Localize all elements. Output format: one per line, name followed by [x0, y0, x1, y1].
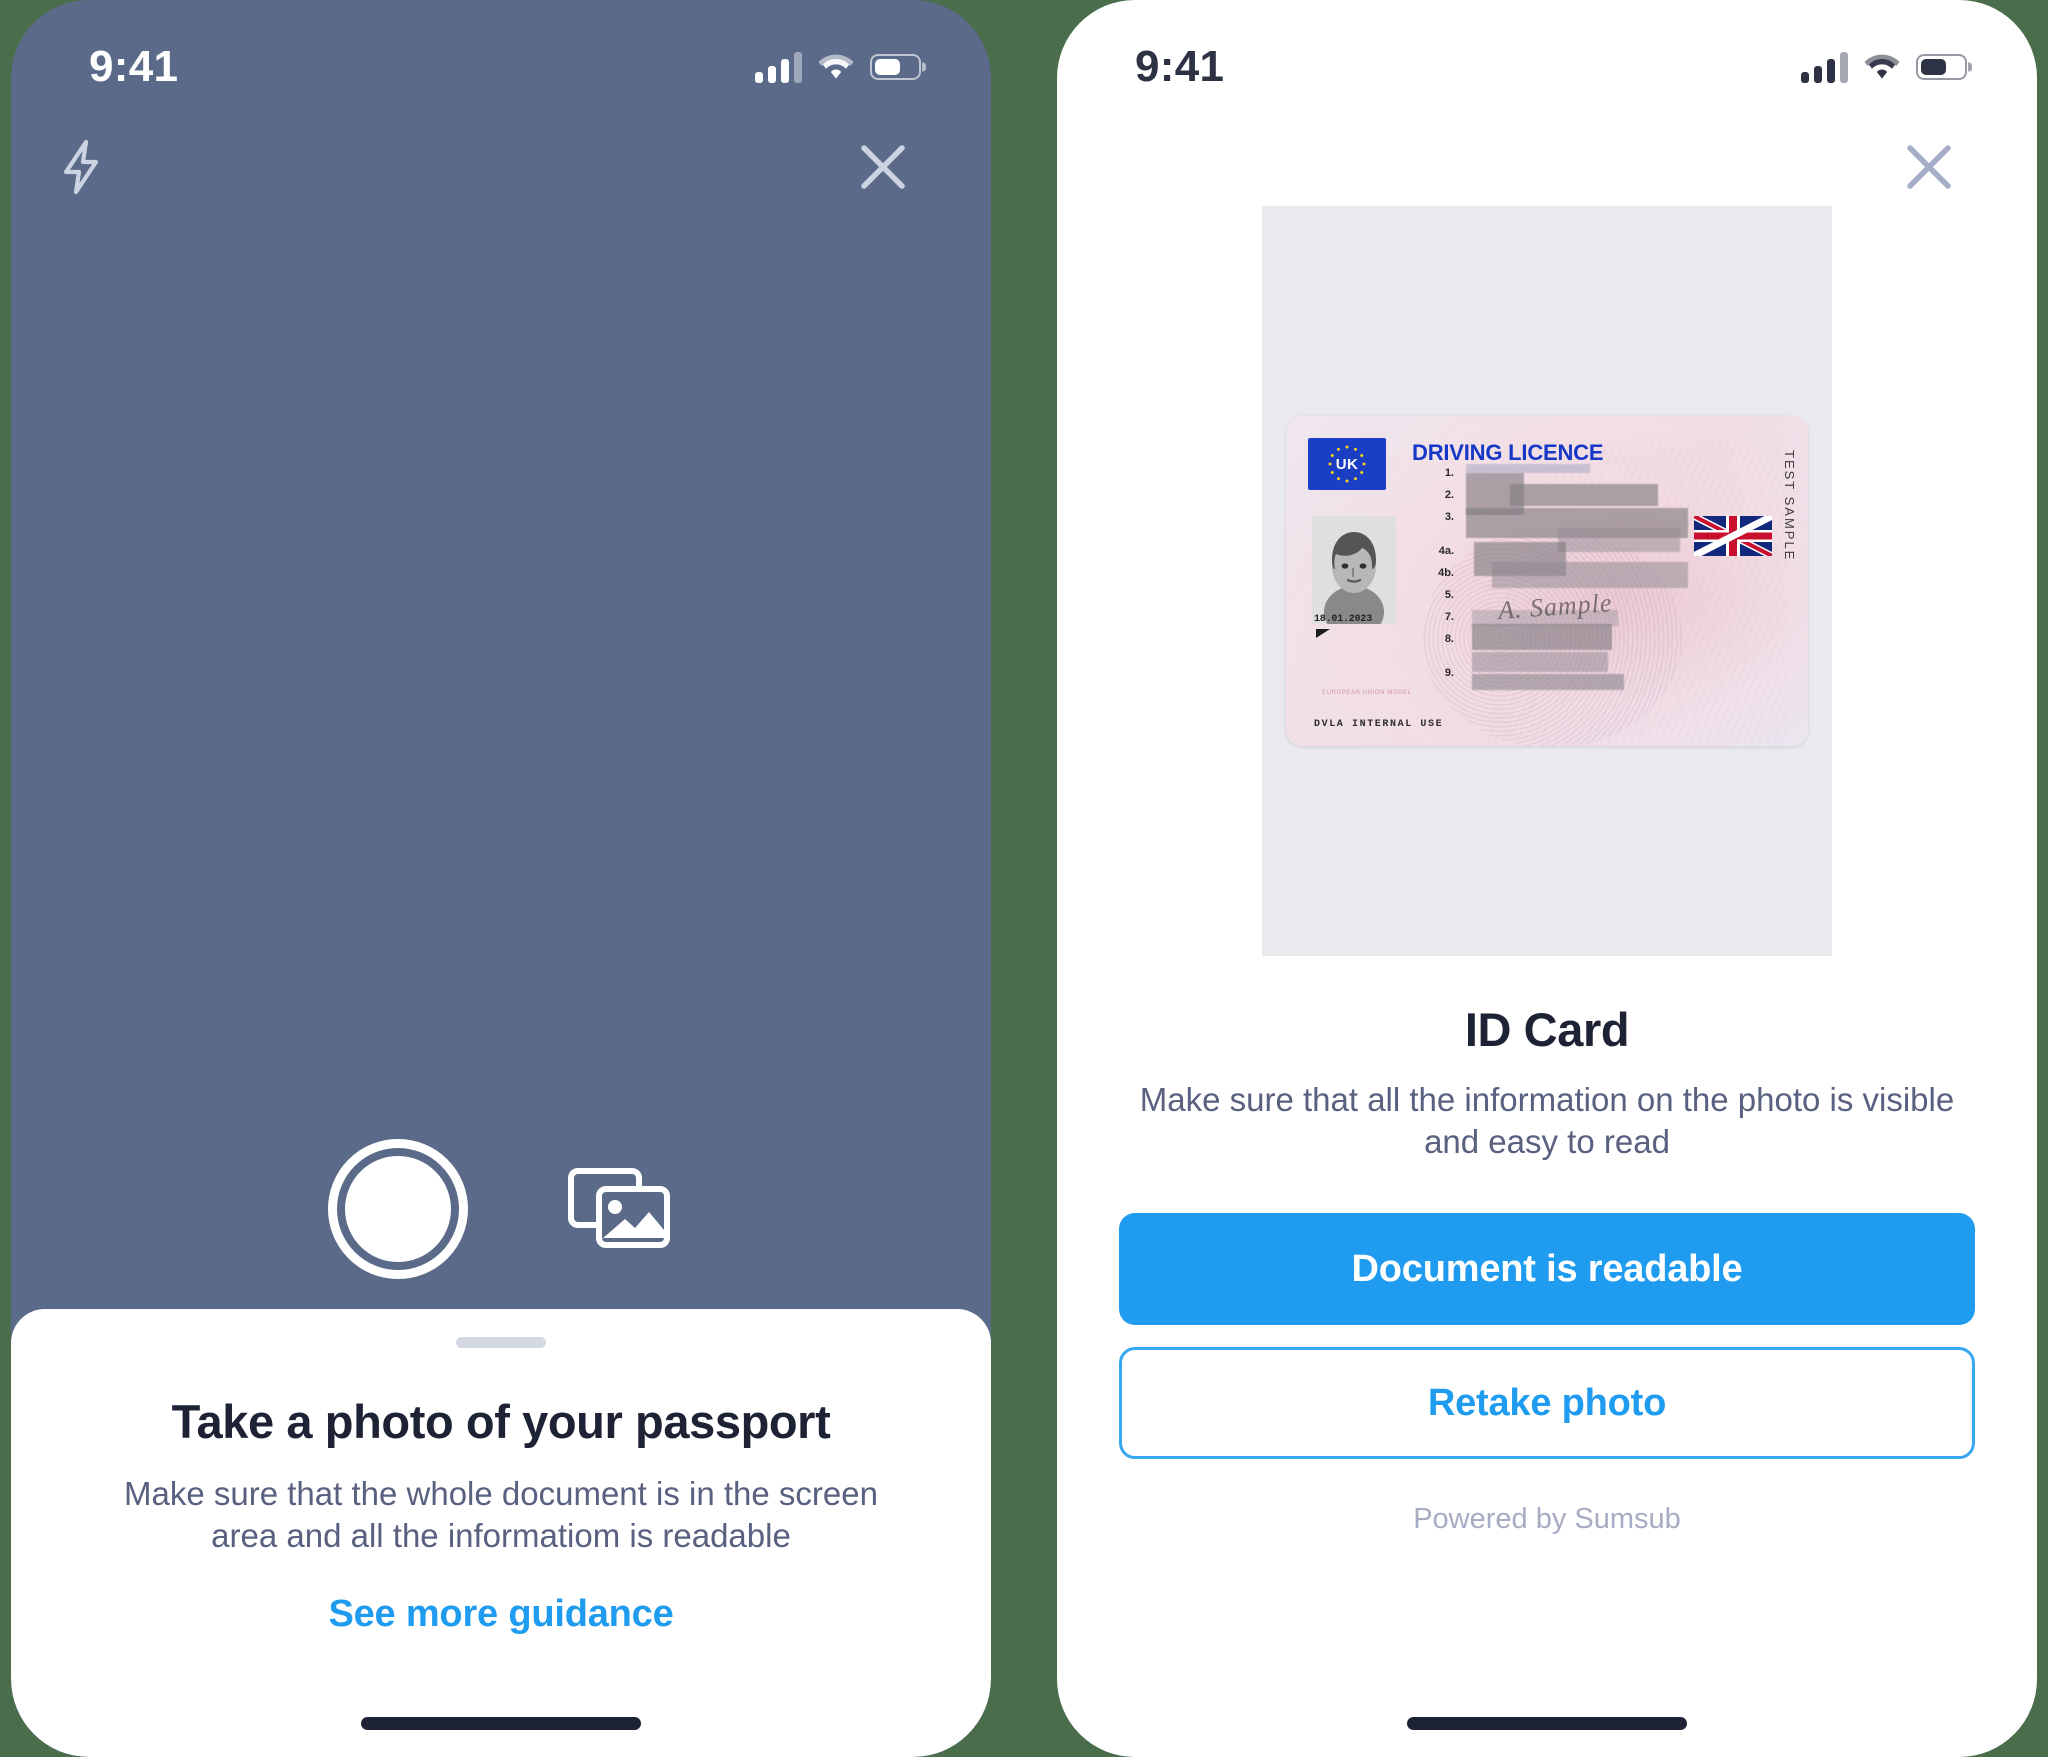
status-bar: 9:41: [1057, 0, 2037, 112]
status-time: 9:41: [89, 42, 179, 91]
field-number: 1.: [1444, 467, 1454, 479]
redacted-field: [1472, 674, 1624, 690]
redacted-field: [1466, 464, 1590, 473]
camera-top-bar: [11, 112, 991, 222]
page-title: Take a photo of your passport: [171, 1395, 831, 1448]
wifi-icon: [1864, 54, 1900, 80]
close-icon[interactable]: [837, 121, 929, 213]
field-number: 2.: [1444, 489, 1454, 501]
union-jack-icon: [1694, 516, 1772, 556]
shutter-button[interactable]: [328, 1139, 468, 1279]
microtext-label: EUROPEAN UNION MODEL: [1322, 690, 1412, 696]
status-time: 9:41: [1135, 42, 1225, 91]
field-number: 4b.: [1438, 567, 1454, 579]
driving-licence-card: UK DRIVING LICENCE 18.01.2023 1. 2. 3. 4…: [1286, 416, 1808, 746]
drag-handle[interactable]: [456, 1337, 546, 1348]
review-body: UK DRIVING LICENCE 18.01.2023 1. 2. 3. 4…: [1057, 206, 2037, 1757]
retake-photo-button[interactable]: Retake photo: [1119, 1347, 1975, 1460]
field-number: 4a.: [1438, 545, 1454, 557]
status-icons: [1801, 51, 1967, 83]
page-title: ID Card: [1464, 1003, 1630, 1056]
review-top-bar: [1057, 112, 2037, 222]
field-number-list: 1. 2. 3. 4a. 4b. 5. 7. 8. 9.: [1412, 462, 1454, 684]
field-number: 8.: [1444, 633, 1454, 645]
issue-date-label: 18.01.2023: [1314, 614, 1373, 638]
phone-camera-screen: 9:41 Take a photo of your passport Make …: [11, 0, 991, 1757]
redacted-field: [1558, 528, 1680, 552]
redacted-field: [1492, 562, 1688, 588]
powered-by-label: Powered by Sumsub: [1413, 1503, 1681, 1536]
redacted-field: [1472, 652, 1608, 672]
screenshot-stage: 9:41 Take a photo of your passport Make …: [0, 0, 2048, 1757]
cellular-bars-icon: [1801, 51, 1848, 83]
cellular-bars-icon: [755, 51, 802, 83]
redacted-field: [1472, 624, 1612, 650]
uk-eu-badge-icon: UK: [1308, 438, 1386, 490]
home-indicator: [361, 1717, 641, 1730]
battery-icon: [1916, 54, 1967, 80]
redacted-field: [1510, 484, 1658, 506]
battery-icon: [870, 54, 921, 80]
see-more-guidance-link[interactable]: See more guidance: [67, 1593, 935, 1636]
dvla-footer-label: DVLA INTERNAL USE: [1314, 719, 1444, 730]
field-number: 3.: [1444, 511, 1454, 523]
home-indicator: [1407, 1717, 1687, 1730]
document-readable-button[interactable]: Document is readable: [1119, 1213, 1975, 1326]
page-subtitle: Make sure that all the information on th…: [1139, 1081, 1955, 1161]
field-number: 5.: [1444, 589, 1454, 601]
wifi-icon: [818, 54, 854, 80]
field-number: 7.: [1444, 611, 1454, 623]
camera-controls: [11, 1119, 991, 1299]
test-sample-watermark: TEST SAMPLE: [1782, 450, 1797, 562]
gallery-icon[interactable]: [564, 1159, 674, 1259]
country-code-label: UK: [1335, 455, 1359, 473]
close-icon[interactable]: [1883, 121, 1975, 213]
status-icons: [755, 51, 921, 83]
flash-icon[interactable]: [35, 121, 127, 213]
page-subtitle: Make sure that the whole document is in …: [124, 1475, 878, 1555]
phone-review-screen: 9:41 UK DRIVING LICENCE 18.01.2023 1. 2.…: [1057, 0, 2037, 1757]
status-bar: 9:41: [11, 0, 991, 112]
camera-bottom-sheet: Take a photo of your passport Make sure …: [11, 1309, 991, 1757]
field-number: 9.: [1444, 667, 1454, 679]
portrait-photo-icon: [1312, 516, 1396, 624]
document-preview[interactable]: UK DRIVING LICENCE 18.01.2023 1. 2. 3. 4…: [1262, 206, 1832, 956]
